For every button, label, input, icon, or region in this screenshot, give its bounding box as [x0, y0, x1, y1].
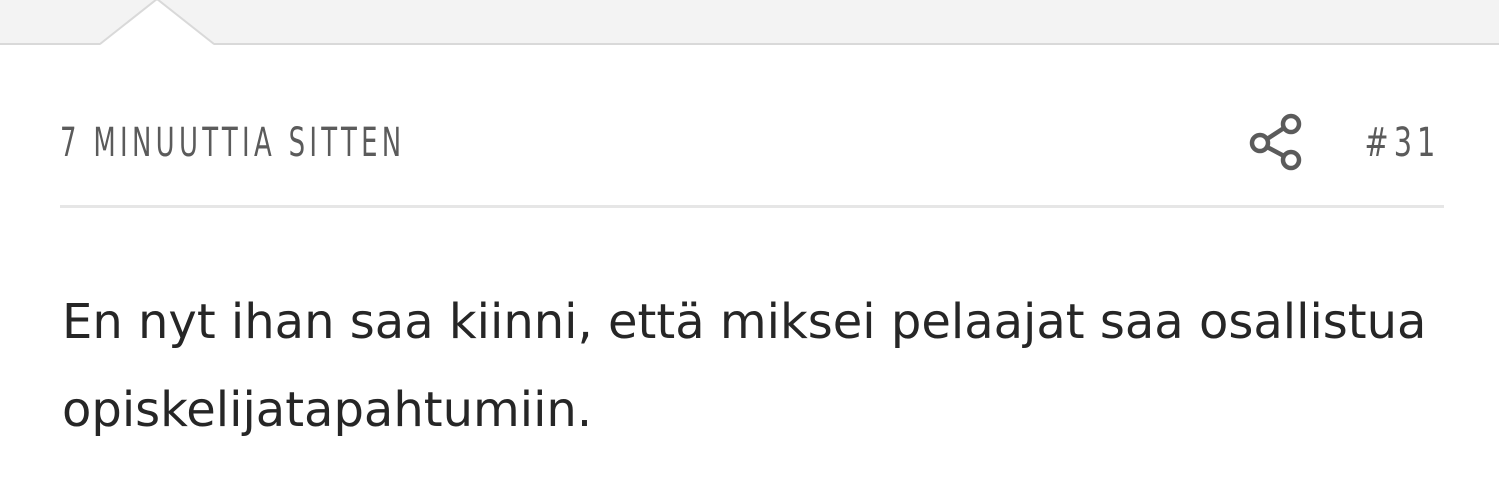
post-number: #31 — [1364, 120, 1440, 166]
post-timestamp: 7 MINUUTTIA SITTEN — [60, 120, 406, 166]
pointer-notch — [100, 0, 214, 45]
header-divider — [60, 205, 1444, 208]
post-header: 7 MINUUTTIA SITTEN #31 — [60, 112, 1444, 176]
previous-post-edge — [0, 0, 1499, 45]
share-icon[interactable] — [1248, 112, 1306, 172]
post-message: En nyt ihan saa kiinni, että miksei pela… — [62, 294, 1427, 438]
